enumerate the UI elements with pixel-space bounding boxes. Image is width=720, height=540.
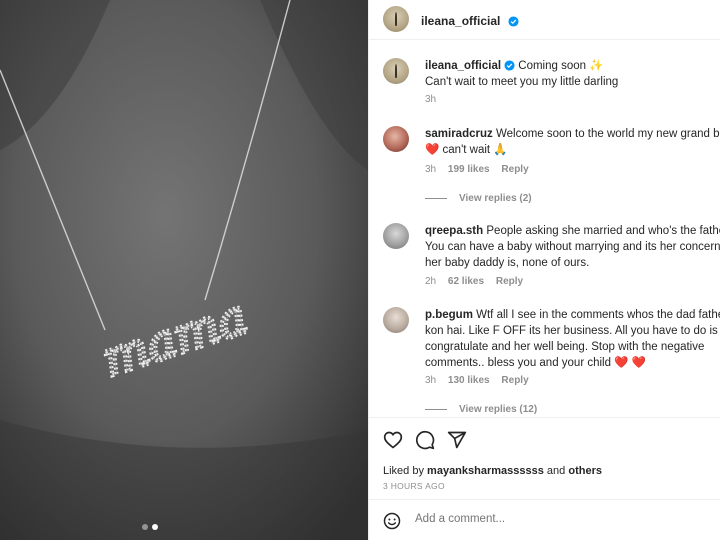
reply-button[interactable]: Reply — [501, 164, 528, 175]
hearts-emoji: ❤️ ❤️ — [614, 357, 647, 369]
commenter-avatar[interactable] — [383, 126, 409, 152]
replies-divider — [425, 198, 447, 199]
view-replies-button[interactable]: View replies (2) — [425, 193, 532, 204]
sparkles-emoji: ✨ — [589, 60, 604, 72]
replies-divider — [425, 409, 447, 410]
post-actions: Liked by mayanksharmassssss and others 3… — [369, 417, 720, 499]
caption-meta: 3h — [425, 94, 445, 105]
emoji-icon[interactable] — [383, 512, 401, 530]
comment-meta: 3h 199 likes Reply — [425, 164, 538, 175]
action-icons — [383, 430, 467, 450]
comment-line: Welcome soon to the world my new grand b… — [495, 128, 720, 140]
caption-avatar[interactable] — [383, 58, 409, 84]
comment-line: You can have a baby without marrying and… — [425, 241, 720, 253]
reply-button[interactable]: Reply — [501, 375, 528, 386]
liked-by-others[interactable]: others — [568, 465, 602, 477]
comment-username[interactable]: qreepa.sth — [425, 225, 483, 237]
verified-badge-icon — [504, 60, 515, 71]
liked-by-user[interactable]: mayanksharmassssss — [427, 465, 544, 477]
carousel-dot[interactable] — [142, 524, 148, 530]
comment-meta: 2h 62 likes Reply — [425, 276, 532, 287]
comment-text: p.begum Wtf all I see in the comments wh… — [425, 307, 720, 371]
comment-time[interactable]: 3h — [425, 164, 436, 175]
add-comment-bar — [369, 499, 720, 540]
caption-time[interactable]: 3h — [425, 94, 436, 105]
caption-line2: Can't wait to meet you my little darling — [425, 76, 619, 88]
comment-username[interactable]: p.begum — [425, 309, 473, 321]
comment-line: comments.. bless you and your child — [425, 357, 612, 369]
comment-likes[interactable]: 130 likes — [448, 375, 490, 386]
comment-likes[interactable]: 62 likes — [448, 276, 484, 287]
header-username[interactable]: ileana_official — [421, 14, 500, 28]
comment-line: People asking she married and who's the … — [486, 225, 720, 237]
carousel-dot-active[interactable] — [152, 524, 158, 530]
caption-text: ileana_official Coming soon ✨ Can't wait… — [425, 58, 720, 90]
commenter-avatar[interactable] — [383, 307, 409, 333]
reply-button[interactable]: Reply — [496, 276, 523, 287]
comment-line: kon hai. Like F OFF its her business. Al… — [425, 325, 718, 337]
post-header: ileana_official — [369, 0, 720, 40]
comment-line: congratulate and her well being. Stop wi… — [425, 341, 705, 353]
comment-line: Wtf all I see in the comments whos the d… — [476, 309, 720, 321]
verified-badge-icon — [508, 16, 519, 27]
view-replies-label: View replies (2) — [459, 193, 532, 204]
comment-line: her baby daddy is, none of ours. — [425, 257, 590, 269]
owner-avatar[interactable] — [383, 6, 409, 32]
header-username-wrap: ileana_official — [421, 12, 519, 30]
post-timestamp[interactable]: 3 HOURS AGO — [383, 481, 445, 491]
heart-icon[interactable] — [383, 430, 403, 450]
comment-likes[interactable]: 199 likes — [448, 164, 490, 175]
comment-text: qreepa.sth People asking she married and… — [425, 223, 720, 271]
necklace-illustration: mama mama — [0, 0, 368, 540]
comment-time[interactable]: 3h — [425, 375, 436, 386]
comment-text: samiradcruz Welcome soon to the world my… — [425, 126, 720, 158]
pray-emoji: 🙏 — [493, 144, 508, 156]
post-image[interactable]: mama mama — [0, 0, 368, 540]
comments-list: ileana_official Coming soon ✨ Can't wait… — [369, 41, 720, 417]
share-icon[interactable] — [447, 430, 467, 450]
view-replies-label: View replies (12) — [459, 404, 538, 415]
commenter-avatar[interactable] — [383, 223, 409, 249]
comment-line: can't wait — [442, 144, 491, 156]
liked-by: Liked by mayanksharmassssss and others — [383, 465, 602, 477]
comment-input[interactable] — [415, 513, 695, 525]
comment-icon[interactable] — [415, 430, 435, 450]
liked-by-and: and — [546, 465, 566, 477]
carousel-indicator — [142, 524, 158, 530]
caption-line1: Coming soon — [518, 60, 587, 72]
heart-emoji: ❤️ — [425, 144, 440, 156]
comment-time[interactable]: 2h — [425, 276, 436, 287]
view-replies-button[interactable]: View replies (12) — [425, 404, 537, 415]
caption-username[interactable]: ileana_official — [425, 60, 501, 72]
post-side-panel: ileana_official ileana_official Coming s… — [368, 0, 720, 540]
liked-by-prefix: Liked by — [383, 465, 424, 477]
comment-username[interactable]: samiradcruz — [425, 128, 493, 140]
comment-meta: 3h 130 likes Reply — [425, 375, 538, 386]
